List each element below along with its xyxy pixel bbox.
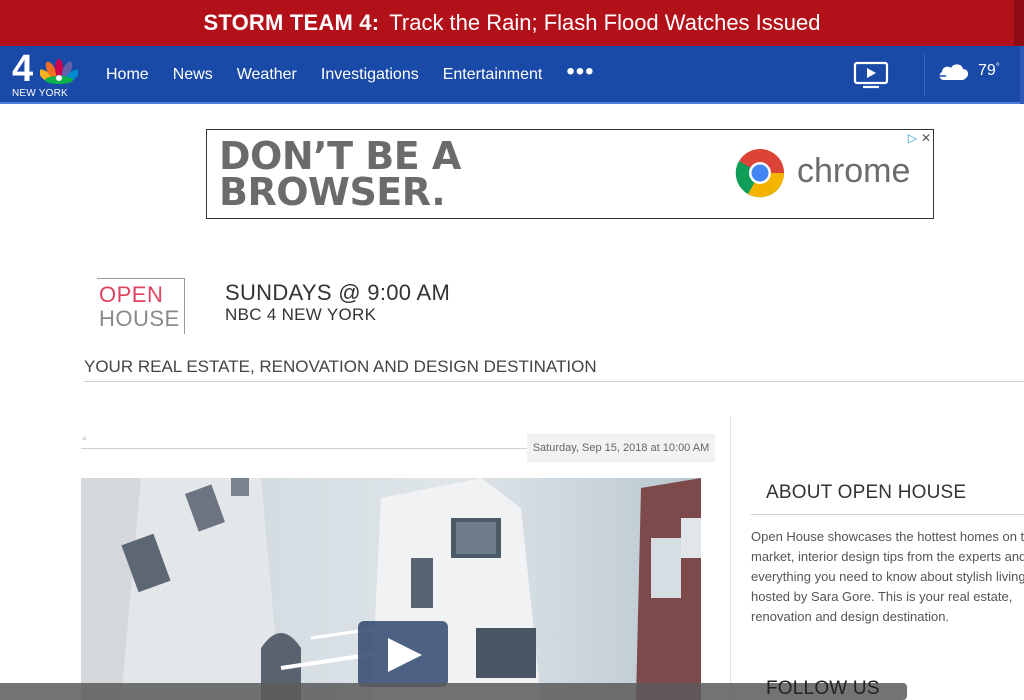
breaking-alert-banner[interactable]: STORM TEAM 4: Track the Rain; Flash Floo… [0, 0, 1024, 46]
article-share-mark[interactable]: ≡ [82, 434, 87, 443]
weather-widget[interactable]: 79° [936, 60, 1000, 82]
degree-symbol: ° [995, 62, 1000, 73]
ad-headline: DON’T BE A BROWSER. [219, 134, 461, 214]
about-divider [751, 514, 1024, 515]
nav-item-entertainment[interactable]: Entertainment [443, 66, 543, 84]
ad-brand-name: chrome [797, 152, 911, 190]
ad-headline-line-1: DON’T BE A [219, 134, 461, 178]
more-menu-icon[interactable]: ••• [566, 60, 594, 84]
article-date: Saturday, Sep 15, 2018 at 10:00 AM [527, 434, 715, 462]
play-icon [388, 638, 422, 672]
nbc4-logo[interactable]: 4 NEW YORK [10, 48, 80, 100]
article-divider [81, 448, 527, 449]
nav-divider [924, 54, 925, 96]
follow-us-title: FOLLOW US [766, 678, 880, 699]
nav-item-investigations[interactable]: Investigations [321, 66, 419, 84]
show-airtime: SUNDAYS @ 9:00 AM [225, 280, 451, 305]
show-tagline: YOUR REAL ESTATE, RENOVATION AND DESIGN … [84, 357, 597, 376]
tagline-divider [84, 381, 1024, 382]
column-divider [730, 417, 731, 700]
page-scrollbar[interactable] [1020, 46, 1024, 104]
peacock-icon [40, 59, 78, 84]
nav-item-home[interactable]: Home [106, 66, 149, 84]
alert-label: STORM TEAM 4: [203, 10, 380, 35]
ad-choices: ▷ ✕ [908, 131, 931, 145]
logo-channel-number: 4 [12, 48, 34, 90]
show-station: NBC 4 NEW YORK [225, 305, 377, 324]
cloud-icon [938, 64, 969, 80]
about-description: Open House showcases the hottest homes o… [751, 529, 1024, 624]
nav-item-news[interactable]: News [173, 66, 213, 84]
chrome-banner-ad[interactable]: DON’T BE A BROWSER. chrome ▷ ✕ [206, 129, 934, 219]
tv-icon[interactable] [853, 61, 889, 89]
video-play-button[interactable] [358, 621, 448, 687]
main-navigation: 4 NEW YORK Home News Weather Investigati… [0, 46, 1024, 104]
alert-headline[interactable]: Track the Rain; Flash Flood Watches Issu… [389, 10, 820, 36]
logo-word-house: HOUSE [99, 306, 180, 331]
nav-item-weather[interactable]: Weather [237, 66, 297, 84]
chrome-logo-icon [735, 149, 785, 198]
ad-choices-icon[interactable]: ▷ [908, 131, 917, 145]
ad-close-icon[interactable]: ✕ [921, 131, 931, 145]
logo-word-open: OPEN [99, 282, 164, 307]
open-house-logo[interactable]: OPEN HOUSE [97, 278, 185, 334]
nav-links: Home News Weather Investigations Enterta… [106, 46, 595, 104]
alert-scrollbar[interactable] [1014, 0, 1024, 46]
about-section-title: ABOUT OPEN HOUSE [766, 482, 967, 503]
weather-temperature: 79° [978, 62, 1000, 80]
logo-market-name: NEW YORK [12, 88, 68, 99]
temperature-value: 79 [978, 62, 996, 79]
ad-headline-line-2: BROWSER. [219, 170, 446, 214]
